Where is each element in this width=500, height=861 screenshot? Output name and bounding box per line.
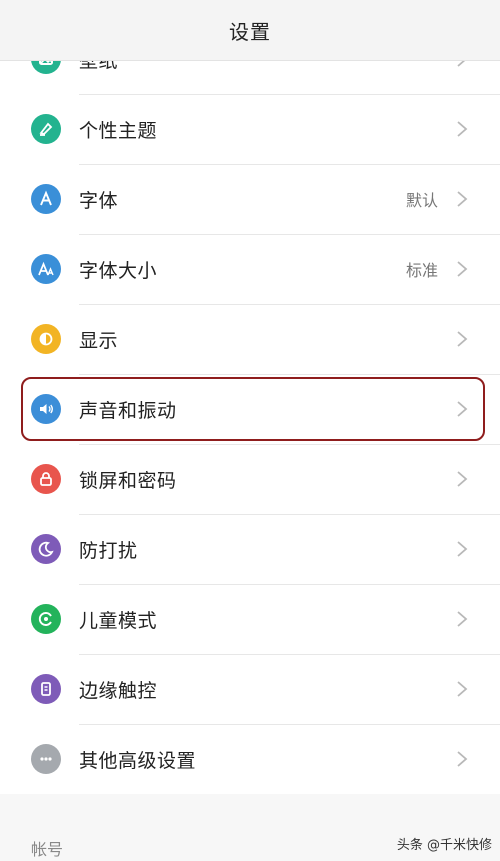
kids-mode-icon xyxy=(31,604,61,634)
setting-label: 防打扰 xyxy=(79,539,138,562)
setting-label: 边缘触控 xyxy=(79,679,158,702)
setting-label: 字体大小 xyxy=(79,259,158,282)
chevron-right-icon xyxy=(456,750,468,768)
setting-label: 声音和振动 xyxy=(79,399,177,422)
font-icon xyxy=(31,184,61,214)
chevron-right-icon xyxy=(456,120,468,138)
setting-row-kids-mode[interactable]: 儿童模式 xyxy=(0,584,500,654)
edge-touch-icon xyxy=(31,674,61,704)
watermark: 头条 @千米快修 xyxy=(396,838,492,853)
chevron-right-icon xyxy=(456,610,468,628)
setting-value: 标准 xyxy=(405,261,438,280)
section-title: 帐号 xyxy=(31,840,64,859)
setting-label: 儿童模式 xyxy=(79,609,158,632)
chevron-right-icon xyxy=(456,400,468,418)
setting-row-theme[interactable]: 个性主题 xyxy=(0,94,500,164)
font-size-icon xyxy=(31,254,61,284)
setting-label: 锁屏和密码 xyxy=(79,469,177,492)
settings-list: 壁纸 个性主题 字体 默认 字体大小 标准 显示 声音 xyxy=(0,24,500,794)
display-brightness-icon xyxy=(31,324,61,354)
chevron-right-icon xyxy=(456,190,468,208)
theme-brush-icon xyxy=(31,114,61,144)
chevron-right-icon xyxy=(456,260,468,278)
sound-icon xyxy=(31,394,61,424)
setting-row-advanced[interactable]: 其他高级设置 xyxy=(0,724,500,794)
setting-row-font-size[interactable]: 字体大小 标准 xyxy=(0,234,500,304)
setting-row-lock-password[interactable]: 锁屏和密码 xyxy=(0,444,500,514)
setting-row-display[interactable]: 显示 xyxy=(0,304,500,374)
setting-row-sound-vibration[interactable]: 声音和振动 xyxy=(0,374,500,444)
setting-value: 默认 xyxy=(405,191,438,210)
page-title: 设置 xyxy=(229,19,271,44)
setting-label: 其他高级设置 xyxy=(79,749,197,772)
moon-icon xyxy=(31,534,61,564)
more-icon xyxy=(31,744,61,774)
setting-label: 字体 xyxy=(79,189,119,212)
setting-row-font[interactable]: 字体 默认 xyxy=(0,164,500,234)
chevron-right-icon xyxy=(456,540,468,558)
lock-icon xyxy=(31,464,61,494)
chevron-right-icon xyxy=(456,470,468,488)
setting-row-do-not-disturb[interactable]: 防打扰 xyxy=(0,514,500,584)
setting-label: 显示 xyxy=(79,329,119,352)
top-bar: 设置 xyxy=(0,0,500,61)
chevron-right-icon xyxy=(456,680,468,698)
setting-label: 个性主题 xyxy=(79,119,158,142)
setting-row-edge-touch[interactable]: 边缘触控 xyxy=(0,654,500,724)
chevron-right-icon xyxy=(456,330,468,348)
